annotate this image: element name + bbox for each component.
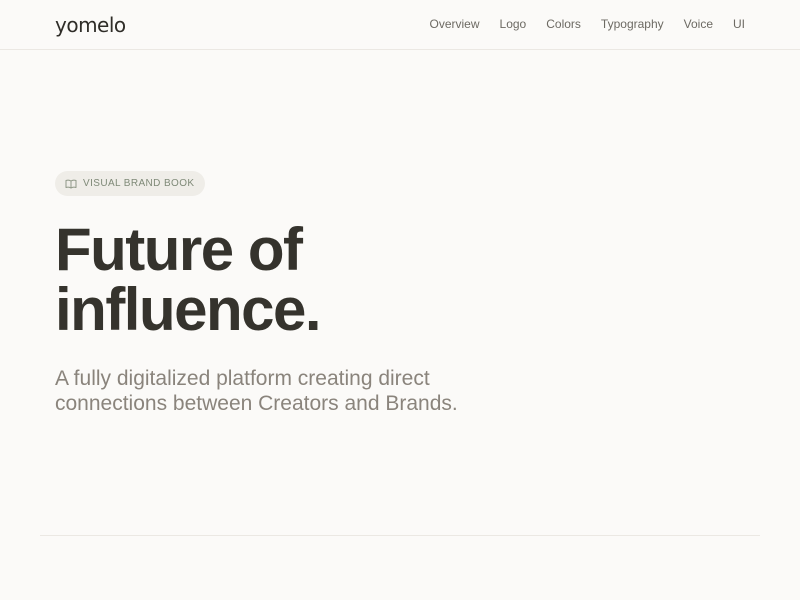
- badge-label: VISUAL BRAND BOOK: [83, 178, 195, 189]
- top-navbar: yomelo Overview Logo Colors Typography V…: [0, 0, 800, 50]
- nav-ui[interactable]: UI: [733, 17, 745, 31]
- hero-subtitle-line-2: connections between Creators and Brands.: [55, 392, 458, 415]
- main-nav: Overview Logo Colors Typography Voice UI: [430, 17, 745, 31]
- nav-overview[interactable]: Overview: [430, 17, 480, 31]
- book-open-icon: [65, 178, 77, 190]
- hero-subtitle-line-1: A fully digitalized platform creating di…: [55, 367, 430, 390]
- nav-voice[interactable]: Voice: [684, 17, 713, 31]
- hero-title: Future of influence.: [55, 220, 475, 340]
- nav-colors[interactable]: Colors: [546, 17, 581, 31]
- logo[interactable]: yomelo: [55, 13, 126, 37]
- hero-subtitle: A fully digitalized platform creating di…: [55, 366, 555, 416]
- hero-title-line-1: Future of: [55, 216, 303, 283]
- hero-title-line-2: influence.: [55, 276, 322, 343]
- nav-logo[interactable]: Logo: [500, 17, 527, 31]
- section-badge: VISUAL BRAND BOOK: [55, 171, 206, 196]
- nav-typography[interactable]: Typography: [601, 17, 664, 31]
- section-divider: [40, 535, 760, 536]
